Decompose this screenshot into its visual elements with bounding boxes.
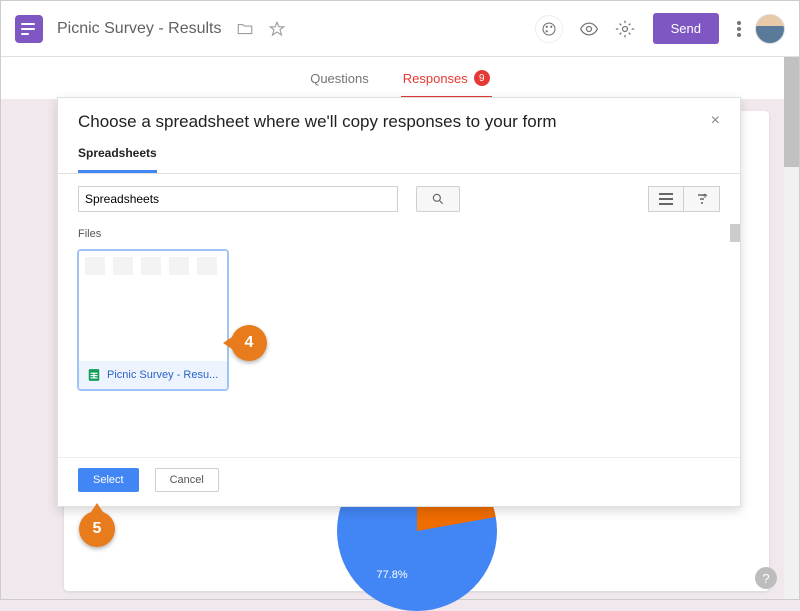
sort-icon — [695, 192, 709, 206]
cancel-button[interactable]: Cancel — [155, 468, 219, 492]
files-scrollbar[interactable] — [730, 224, 740, 242]
file-item[interactable]: Picnic Survey - Resu... — [78, 250, 228, 390]
more-menu-icon[interactable] — [737, 21, 741, 37]
document-title[interactable]: Picnic Survey - Results — [57, 20, 222, 38]
palette-icon[interactable] — [535, 15, 563, 43]
move-to-folder-icon[interactable] — [236, 20, 254, 38]
search-input[interactable] — [78, 186, 398, 212]
settings-icon[interactable] — [615, 19, 635, 39]
list-icon — [659, 193, 673, 205]
annotation-callout-4: 4 — [231, 325, 267, 361]
file-thumbnail — [79, 251, 227, 361]
modal-tab-spreadsheets[interactable]: Spreadsheets — [78, 146, 157, 173]
page-scrollbar[interactable] — [784, 57, 799, 599]
tab-responses[interactable]: Responses 9 — [401, 60, 492, 99]
file-picker-modal: Choose a spreadsheet where we'll copy re… — [57, 97, 741, 507]
search-button[interactable] — [416, 186, 460, 212]
preview-icon[interactable] — [579, 19, 599, 39]
form-tabs: Questions Responses 9 — [1, 57, 799, 99]
select-button[interactable]: Select — [78, 468, 139, 492]
files-section-label: Files — [78, 228, 720, 240]
search-icon — [431, 192, 445, 206]
app-header: Picnic Survey - Results Send — [1, 1, 799, 57]
pie-chart-primary-label: 77.8% — [377, 569, 408, 581]
send-button[interactable]: Send — [653, 13, 719, 44]
forms-logo — [15, 15, 43, 43]
sheets-icon — [87, 368, 101, 382]
list-view-button[interactable] — [648, 186, 684, 212]
annotation-callout-5: 5 — [79, 511, 115, 547]
star-icon[interactable] — [268, 20, 286, 38]
close-icon[interactable]: × — [711, 112, 720, 130]
file-name-label: Picnic Survey - Resu... — [107, 369, 218, 381]
help-icon[interactable]: ? — [755, 567, 777, 589]
tab-questions[interactable]: Questions — [308, 61, 371, 96]
sort-button[interactable] — [684, 186, 720, 212]
account-avatar[interactable] — [755, 14, 785, 44]
modal-title: Choose a spreadsheet where we'll copy re… — [78, 112, 557, 132]
responses-count-badge: 9 — [474, 70, 490, 86]
tab-responses-label: Responses — [403, 71, 468, 86]
